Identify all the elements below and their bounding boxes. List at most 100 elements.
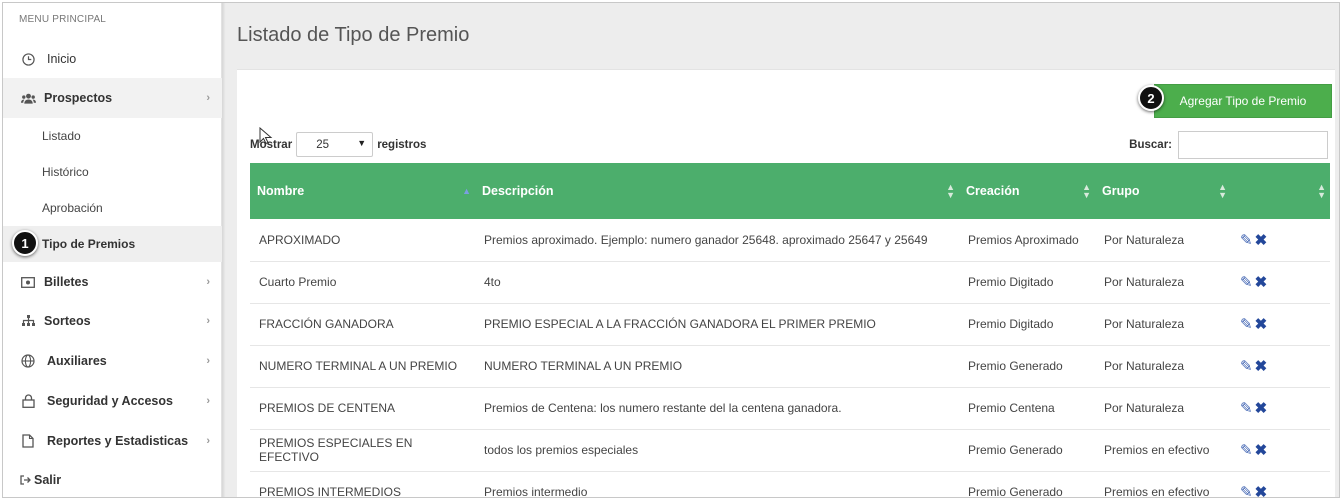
sidebar-subitem-listado[interactable]: Listado xyxy=(3,118,222,154)
cell-creacion: Premio Generado xyxy=(959,429,1095,472)
sidebar-item-seguridad[interactable]: Seguridad y Accesos › xyxy=(3,381,222,421)
edit-icon[interactable]: ✎ xyxy=(1240,399,1253,417)
add-tipo-premio-button[interactable]: Agregar Tipo de Premio xyxy=(1154,84,1332,118)
mouse-cursor-icon xyxy=(259,127,273,145)
chevron-right-icon: › xyxy=(206,315,210,327)
search-control: Buscar: xyxy=(1129,131,1328,159)
sort-icon: ▲ ▼ xyxy=(1218,182,1227,200)
app-window: MENU PRINCIPAL Inicio Prospectos › Lista… xyxy=(2,2,1340,498)
delete-icon[interactable]: ✖ xyxy=(1255,483,1268,497)
cell-creacion: Premio Digitado xyxy=(959,303,1095,346)
cell-actions: ✎ ✖ xyxy=(1231,345,1330,388)
page-length-select[interactable]: 25 ▼ xyxy=(296,132,374,157)
cell-creacion: Premio Digitado xyxy=(959,261,1095,304)
edit-icon[interactable]: ✎ xyxy=(1240,315,1253,333)
cell-descripcion: PREMIO ESPECIAL A LA FRACCIÓN GANADORA E… xyxy=(475,303,959,346)
cell-nombre: PREMIOS INTERMEDIOS xyxy=(250,471,475,497)
sidebar-subitem-aprobacion[interactable]: Aprobación xyxy=(3,190,222,226)
content-panel: Agregar Tipo de Premio 2 Mostrar 25 ▼ re… xyxy=(237,69,1335,497)
table-row: APROXIMADO Premios aproximado. Ejemplo: … xyxy=(250,219,1330,262)
cell-grupo: Premios en efectivo xyxy=(1095,471,1231,497)
sort-asc-icon: ▲ xyxy=(462,186,471,196)
sidebar-item-sorteos[interactable]: Sorteos › xyxy=(3,301,222,341)
delete-icon[interactable]: ✖ xyxy=(1255,273,1268,291)
edit-icon[interactable]: ✎ xyxy=(1240,483,1253,497)
sidebar-item-label: Tipo de Premios xyxy=(42,237,136,251)
column-header-creacion[interactable]: Creación ▲ ▼ xyxy=(959,163,1095,219)
sidebar-item-salir[interactable]: Salir xyxy=(3,467,222,493)
edit-icon[interactable]: ✎ xyxy=(1240,231,1253,249)
table-row: PREMIOS INTERMEDIOS Premios intermedio P… xyxy=(250,471,1330,497)
cell-grupo: Por Naturaleza xyxy=(1095,303,1231,346)
sidebar-item-reportes[interactable]: Reportes y Estadisticas › xyxy=(3,421,222,461)
cell-grupo: Por Naturaleza xyxy=(1095,219,1231,262)
search-label: Buscar: xyxy=(1129,139,1172,151)
cell-actions: ✎ ✖ xyxy=(1231,261,1330,304)
edit-icon[interactable]: ✎ xyxy=(1240,441,1253,459)
cell-nombre: APROXIMADO xyxy=(250,219,475,262)
chevron-right-icon: › xyxy=(206,435,210,447)
sidebar-item-label: Listado xyxy=(42,129,81,143)
sidebar-item-label: Reportes y Estadisticas xyxy=(47,434,189,448)
cell-grupo: Por Naturaleza xyxy=(1095,261,1231,304)
page-title: Listado de Tipo de Premio xyxy=(237,24,470,46)
menu-title: MENU PRINCIPAL xyxy=(19,14,107,25)
sidebar-item-label: Auxiliares xyxy=(47,354,107,368)
delete-icon[interactable]: ✖ xyxy=(1255,231,1268,249)
cell-creacion: Premio Generado xyxy=(959,471,1095,497)
table-row: FRACCIÓN GANADORA PREMIO ESPECIAL A LA F… xyxy=(250,303,1330,346)
edit-icon[interactable]: ✎ xyxy=(1240,357,1253,375)
column-header-nombre[interactable]: Nombre ▲ xyxy=(250,163,475,219)
table-row: Cuarto Premio 4to Premio Digitado Por Na… xyxy=(250,261,1330,304)
cell-nombre: PREMIOS ESPECIALES EN EFECTIVO xyxy=(250,429,475,472)
sidebar-item-label: Seguridad y Accesos xyxy=(47,394,173,408)
chevron-right-icon: › xyxy=(206,355,210,367)
table-row: NUMERO TERMINAL A UN PREMIO NUMERO TERMI… xyxy=(250,345,1330,388)
premios-table: Nombre ▲ Descripción ▲▼ Creación ▲▼ Gr xyxy=(250,163,1330,497)
records-label: registros xyxy=(377,138,427,151)
delete-icon[interactable]: ✖ xyxy=(1255,399,1268,417)
sidebar-item-label: Billetes xyxy=(44,275,89,289)
cell-actions: ✎ ✖ xyxy=(1231,387,1330,430)
sidebar-item-prospectos[interactable]: Prospectos › xyxy=(3,78,222,118)
column-header-descripcion[interactable]: Descripción ▲ ▼ xyxy=(475,163,959,219)
sitemap-icon xyxy=(20,313,36,329)
cell-descripcion: Premios de Centena: los numero restante … xyxy=(475,387,959,430)
delete-icon[interactable]: ✖ xyxy=(1255,315,1268,333)
delete-icon[interactable]: ✖ xyxy=(1255,441,1268,459)
cell-descripcion: 4to xyxy=(475,261,959,304)
cell-descripcion: Premios intermedio xyxy=(475,471,959,497)
cell-descripcion: Premios aproximado. Ejemplo: numero gana… xyxy=(475,219,959,262)
table-row: PREMIOS ESPECIALES EN EFECTIVO todos los… xyxy=(250,429,1330,472)
sidebar-subitem-historico[interactable]: Histórico xyxy=(3,154,222,190)
lock-icon xyxy=(20,393,36,409)
file-icon xyxy=(20,433,36,449)
sidebar-item-billetes[interactable]: Billetes › xyxy=(3,263,222,301)
delete-icon[interactable]: ✖ xyxy=(1255,357,1268,375)
sidebar-item-label: Aprobación xyxy=(42,201,103,215)
sidebar-item-inicio[interactable]: Inicio xyxy=(3,41,222,77)
table-header-row: Nombre ▲ Descripción ▲▼ Creación ▲▼ Gr xyxy=(250,163,1330,219)
column-header-actions[interactable]: ▲ ▼ xyxy=(1231,163,1330,219)
cell-nombre: FRACCIÓN GANADORA xyxy=(250,303,475,346)
search-input[interactable] xyxy=(1178,131,1328,159)
cell-grupo: Por Naturaleza xyxy=(1095,345,1231,388)
main-content: Listado de Tipo de Premio Agregar Tipo d… xyxy=(226,3,1339,497)
cell-grupo: Por Naturaleza xyxy=(1095,387,1231,430)
cell-nombre: Cuarto Premio xyxy=(250,261,475,304)
cell-descripcion: todos los premios especiales xyxy=(475,429,959,472)
cell-nombre: NUMERO TERMINAL A UN PREMIO xyxy=(250,345,475,388)
sidebar-item-auxiliares[interactable]: Auxiliares › xyxy=(3,341,222,381)
sidebar-item-label: Salir xyxy=(34,473,62,487)
cell-descripcion: NUMERO TERMINAL A UN PREMIO xyxy=(475,345,959,388)
dropdown-arrow-icon: ▼ xyxy=(357,138,367,148)
table-row: PREMIOS DE CENTENA Premios de Centena: l… xyxy=(250,387,1330,430)
cell-nombre: PREMIOS DE CENTENA xyxy=(250,387,475,430)
column-header-grupo[interactable]: Grupo ▲ ▼ xyxy=(1095,163,1231,219)
users-icon xyxy=(20,90,36,106)
edit-icon[interactable]: ✎ xyxy=(1240,273,1253,291)
cell-actions: ✎ ✖ xyxy=(1231,303,1330,346)
page-length-value: 25 xyxy=(316,138,329,151)
step-marker-2: 2 xyxy=(1138,85,1164,111)
cell-actions: ✎ ✖ xyxy=(1231,471,1330,497)
